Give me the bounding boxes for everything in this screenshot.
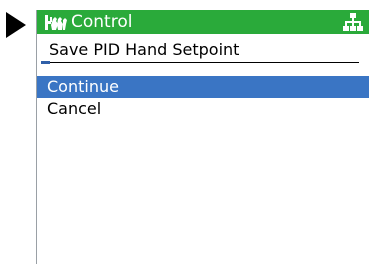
menu-item-continue[interactable]: Continue <box>37 76 369 98</box>
device-display: Control Save PID Hand Setpoint Continue … <box>0 0 369 264</box>
hands-icon <box>45 15 67 30</box>
screen: Control Save PID Hand Setpoint Continue … <box>36 10 369 264</box>
dialog-subtitle: Save PID Hand Setpoint <box>49 40 240 59</box>
page-title: Control <box>71 12 133 32</box>
network-icon <box>343 13 363 31</box>
triangle-pointer-icon <box>6 12 26 38</box>
menu: Continue Cancel <box>37 76 369 120</box>
title-bar: Control <box>37 10 369 34</box>
menu-item-cancel[interactable]: Cancel <box>37 98 369 120</box>
progress-fill <box>41 61 50 64</box>
progress-track <box>41 62 359 63</box>
